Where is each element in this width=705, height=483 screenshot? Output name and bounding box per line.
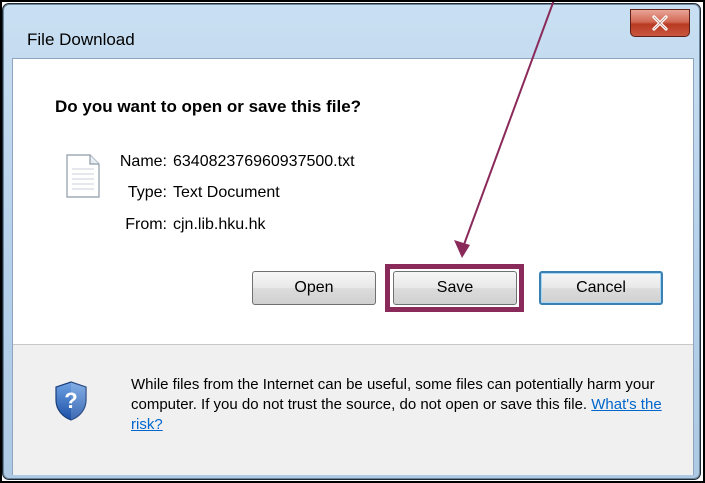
cancel-button[interactable]: Cancel <box>539 271 663 305</box>
file-download-window: File Download Do you want to open or sav… <box>2 3 701 480</box>
file-from-label: From: <box>125 216 167 233</box>
close-x-icon <box>652 15 668 31</box>
close-button[interactable] <box>630 9 690 37</box>
security-shield-icon: ? <box>55 381 87 421</box>
file-name-label: Name: <box>119 153 167 170</box>
file-type-value: Text Document <box>173 184 280 201</box>
file-name-row: Name: 634082376960937500.txt <box>105 153 355 171</box>
text-document-icon <box>66 154 100 198</box>
svg-text:?: ? <box>64 388 77 413</box>
file-type-row: Type: Text Document <box>105 184 280 202</box>
open-button[interactable]: Open <box>252 271 376 305</box>
file-from-value: cjn.lib.hku.hk <box>173 216 266 233</box>
file-from-row: From: cjn.lib.hku.hk <box>105 216 266 234</box>
dialog-question: Do you want to open or save this file? <box>55 97 362 116</box>
security-footer: ? While files from the Internet can be u… <box>13 345 693 475</box>
dialog-content: Do you want to open or save this file? N… <box>12 58 694 475</box>
save-button[interactable]: Save <box>393 271 517 305</box>
file-name-value: 634082376960937500.txt <box>173 153 355 170</box>
warning-text: While files from the Internet can be use… <box>131 376 655 413</box>
file-type-label: Type: <box>127 184 167 201</box>
window-title: File Download <box>27 30 135 49</box>
security-warning: While files from the Internet can be use… <box>131 375 671 435</box>
